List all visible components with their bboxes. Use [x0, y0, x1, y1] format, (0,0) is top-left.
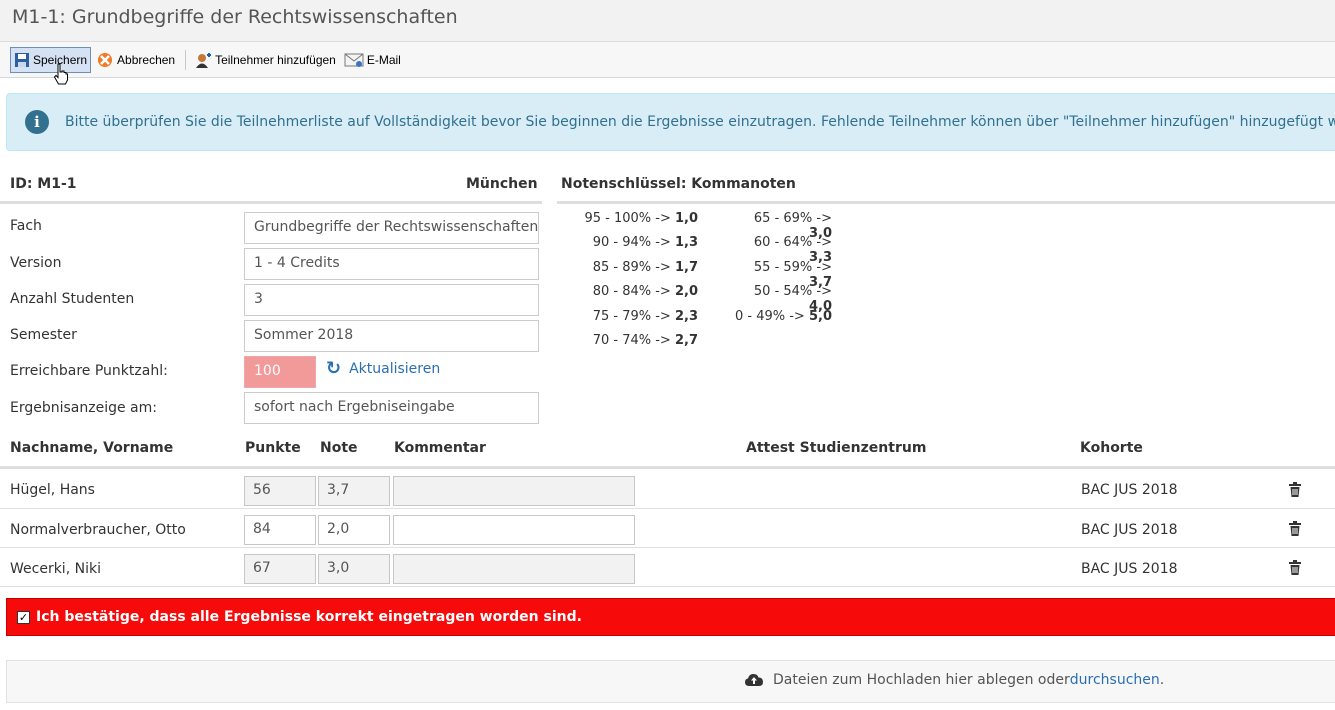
- col-header-name: Nachname, Vorname: [10, 440, 174, 456]
- toolbar: Speichern Abbrechen Teilnehmer hinzufüge…: [0, 42, 1335, 84]
- grade-key-entry: 0 - 49% -> 5,0: [734, 308, 832, 324]
- subject-label: Fach: [10, 218, 42, 234]
- points-input[interactable]: 84: [244, 515, 316, 545]
- trash-icon[interactable]: [1288, 521, 1302, 537]
- row-divider: [0, 547, 1335, 548]
- result-display-field[interactable]: sofort nach Ergebniseingabe: [244, 392, 539, 424]
- upload-text: Dateien zum Hochladen hier ablegen oder: [773, 672, 1070, 688]
- row-divider: [0, 586, 1335, 587]
- version-label: Version: [10, 255, 62, 271]
- upload-message: Dateien zum Hochladen hier ablegen oder …: [745, 672, 1164, 688]
- col-header-cohort: Kohorte: [1080, 440, 1143, 456]
- grade-input[interactable]: 3,0: [318, 554, 390, 584]
- trash-icon[interactable]: [1288, 482, 1302, 498]
- refresh-link[interactable]: ↻ Aktualisieren: [326, 358, 440, 379]
- col-header-comment: Kommentar: [394, 440, 486, 456]
- grade-key-entry: 90 - 94% -> 1,3: [592, 235, 698, 251]
- cancel-icon: [98, 52, 113, 67]
- grade-key-column-1: 95 - 100% -> 1,0 90 - 94% -> 1,3 85 - 89…: [562, 211, 698, 357]
- semester-field[interactable]: Sommer 2018: [244, 320, 539, 352]
- upload-dropzone[interactable]: Dateien zum Hochladen hier ablegen oder …: [6, 660, 1335, 703]
- floppy-disk-icon: [15, 52, 29, 67]
- toolbar-separator: [185, 49, 187, 70]
- hand-cursor-icon: [53, 63, 68, 84]
- grade-key-entry: 50 - 54% -> 4,0: [753, 284, 832, 315]
- semester-label: Semester: [10, 327, 77, 343]
- envelope-icon: [344, 53, 364, 67]
- trash-icon[interactable]: [1288, 560, 1302, 576]
- col-header-points: Punkte: [245, 440, 301, 456]
- comment-input[interactable]: [393, 476, 635, 506]
- cloud-upload-icon: [745, 674, 763, 686]
- confirm-checkbox[interactable]: ✓: [17, 610, 30, 624]
- col-header-attest: Attest Studienzentrum: [746, 440, 927, 456]
- grade-input[interactable]: 2,0: [318, 515, 390, 545]
- divider: [557, 201, 1335, 204]
- participant-name: Normalverbraucher, Otto: [10, 522, 186, 538]
- divider: [0, 466, 1335, 469]
- grade-key-entry: 65 - 69% -> 3,0: [753, 211, 832, 241]
- col-header-grade: Note: [320, 440, 358, 456]
- grade-key-entry: 55 - 59% -> 3,7: [753, 259, 832, 290]
- info-text: Bitte überprüfen Sie die Teilnehmerliste…: [65, 114, 1335, 130]
- grading-heading: Notenschlüssel: Kommanoten: [561, 176, 796, 192]
- save-button[interactable]: Speichern: [10, 46, 92, 84]
- cancel-label: Abbrechen: [117, 52, 176, 67]
- max-points-field[interactable]: 100: [244, 356, 316, 388]
- student-count-label: Anzahl Studenten: [10, 291, 135, 307]
- add-participant-label: Teilnehmer hinzufügen: [215, 52, 336, 67]
- upload-suffix: .: [1159, 672, 1165, 688]
- grade-key-entry: 70 - 74% -> 2,7: [592, 332, 698, 348]
- cohort-value: BAC JUS 2018: [1081, 561, 1178, 577]
- info-alert: i Bitte überprüfen Sie die Teilnehmerlis…: [6, 93, 1335, 151]
- points-input[interactable]: 67: [244, 554, 316, 584]
- exam-id: ID: M1-1: [10, 176, 77, 192]
- row-divider: [0, 508, 1335, 509]
- grade-key-entry: 80 - 84% -> 2,0: [592, 284, 698, 300]
- comment-input[interactable]: [393, 515, 635, 545]
- grade-key-column-2: 65 - 69% -> 3,0 60 - 64% -> 3,3 55 - 59%…: [732, 211, 832, 333]
- subject-field[interactable]: Grundbegriffe der Rechtswissenschaften: [244, 212, 539, 244]
- participant-name: Wecerki, Niki: [10, 561, 101, 577]
- grade-key-entry: 60 - 64% -> 3,3: [753, 235, 832, 266]
- participant-name: Hügel, Hans: [10, 482, 95, 498]
- points-input[interactable]: 56: [244, 476, 316, 506]
- add-user-icon: [196, 52, 212, 68]
- grade-key-entry: 75 - 79% -> 2,3: [592, 308, 698, 324]
- page-title: M1-1: Grundbegriffe der Rechtswissenscha…: [0, 0, 1335, 42]
- add-participant-button[interactable]: Teilnehmer hinzufügen: [191, 47, 339, 73]
- browse-link[interactable]: durchsuchen: [1070, 672, 1160, 688]
- grade-key-entry: 95 - 100% -> 1,0: [584, 211, 698, 226]
- result-display-label: Ergebnisanzeige am:: [10, 400, 157, 416]
- exam-location: München: [466, 176, 538, 192]
- version-field[interactable]: 1 - 4 Credits: [244, 248, 539, 280]
- cohort-value: BAC JUS 2018: [1081, 482, 1178, 498]
- cancel-button[interactable]: Abbrechen: [93, 47, 178, 73]
- comment-input[interactable]: [393, 554, 635, 584]
- divider: [0, 201, 542, 204]
- confirm-label: Ich bestätige, dass alle Ergebnisse korr…: [36, 609, 582, 625]
- grade-key-entry: 85 - 89% -> 1,7: [592, 259, 698, 275]
- grade-input[interactable]: 3,7: [318, 476, 390, 506]
- max-points-label: Erreichbare Punktzahl:: [10, 363, 168, 379]
- email-label: E-Mail: [366, 52, 401, 67]
- student-count-field[interactable]: 3: [244, 284, 539, 316]
- cohort-value: BAC JUS 2018: [1081, 522, 1178, 538]
- refresh-label: Aktualisieren: [349, 360, 441, 377]
- refresh-icon: ↻: [326, 358, 342, 379]
- confirmation-bar: ✓ Ich bestätige, dass alle Ergebnisse ko…: [6, 598, 1335, 636]
- email-button[interactable]: E-Mail: [341, 47, 404, 73]
- info-icon: i: [25, 110, 49, 134]
